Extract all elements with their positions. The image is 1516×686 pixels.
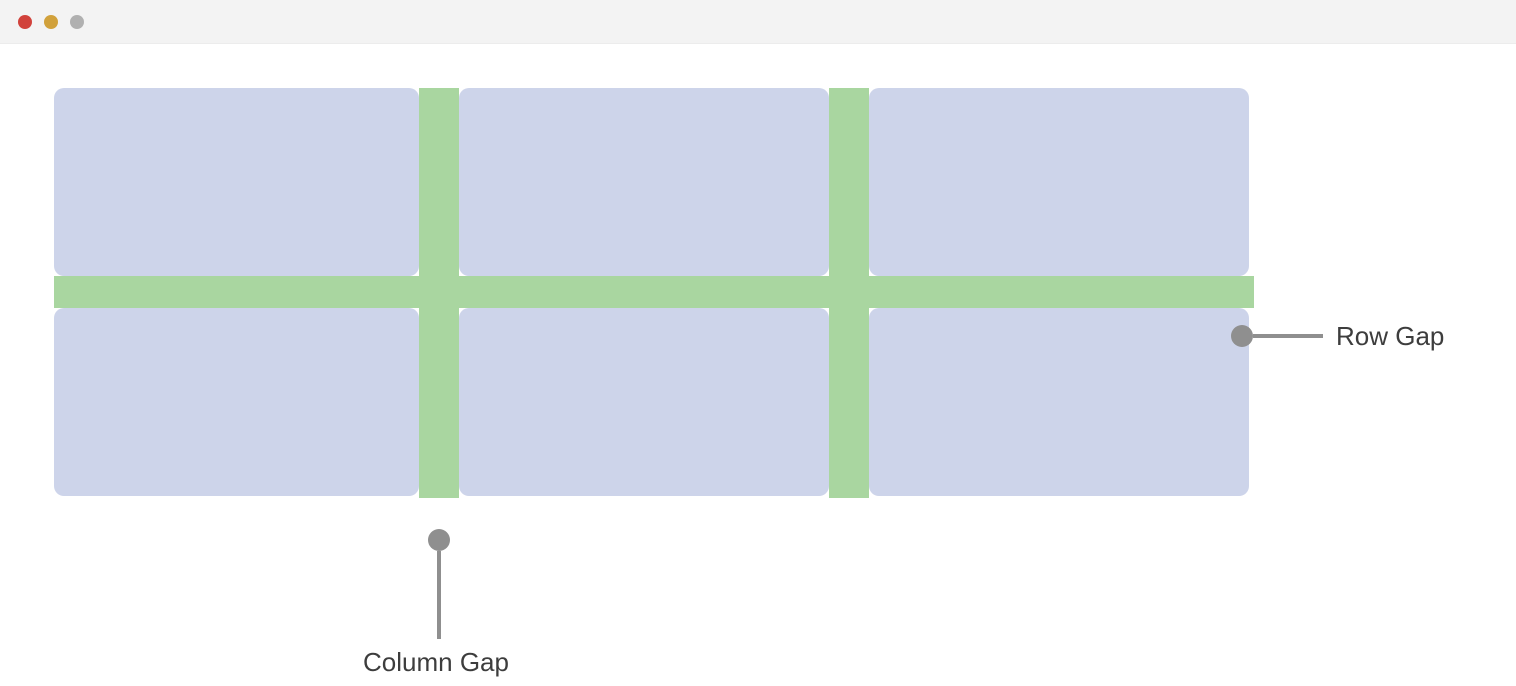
grid-cell <box>869 88 1249 276</box>
column-gap-label: Column Gap <box>363 647 509 678</box>
grid-cell <box>869 308 1249 496</box>
grid-cell <box>54 88 419 276</box>
window-close-button[interactable] <box>18 15 32 29</box>
grid-cell <box>54 308 419 496</box>
grid-container <box>54 88 1254 498</box>
grid-gap-diagram <box>54 88 1254 498</box>
window-titlebar <box>0 0 1516 44</box>
grid-cell <box>459 308 829 496</box>
callout-dot-icon <box>428 529 450 551</box>
window-zoom-button[interactable] <box>70 15 84 29</box>
row-gap-label: Row Gap <box>1336 321 1444 352</box>
callout-dot-icon <box>1231 325 1253 347</box>
window-minimize-button[interactable] <box>44 15 58 29</box>
callout-line <box>1253 334 1323 338</box>
grid-cell <box>459 88 829 276</box>
callout-line <box>437 551 441 639</box>
